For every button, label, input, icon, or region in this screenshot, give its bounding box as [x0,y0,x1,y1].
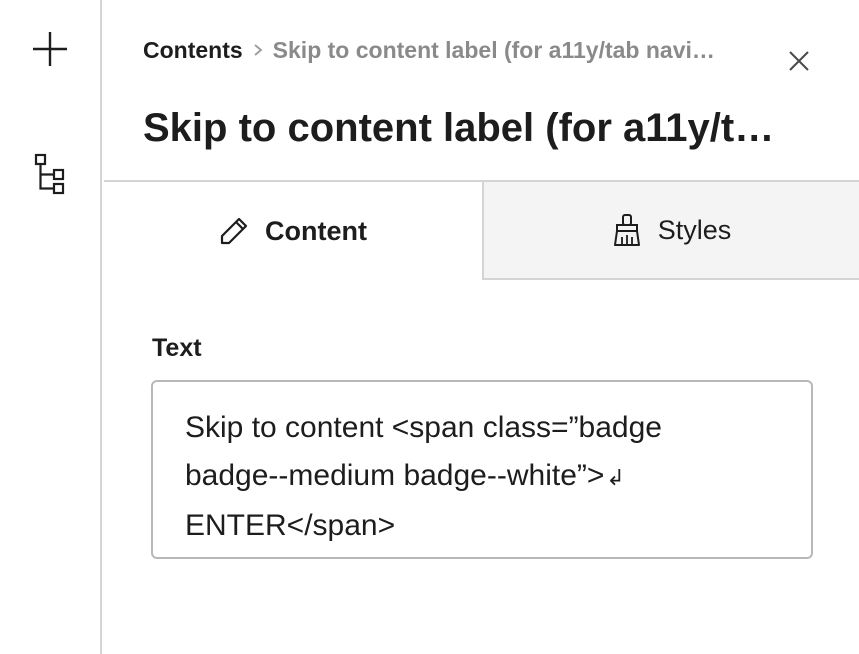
tab-content[interactable]: Content [104,182,482,280]
text-field-label: Text [152,334,202,362]
close-icon [789,51,809,71]
text-line-3: ENTER</span> [185,509,396,542]
tree-structure-icon [34,153,65,195]
add-module-button[interactable] [28,27,72,71]
breadcrumb-current: Skip to content label (for a11y/tab navi… [272,36,715,63]
tab-styles-label: Styles [657,214,732,245]
paintbrush-icon [612,213,642,247]
breadcrumb-root-link[interactable]: Contents [143,37,243,64]
text-input[interactable]: Skip to content <span class=”badge badge… [151,380,813,559]
pencil-icon [219,216,249,246]
layers-tree-button[interactable] [28,153,72,197]
page-title: Skip to content label (for a11y/t… [143,106,775,150]
breadcrumb: Contents Skip to content label (for a11y… [143,33,783,67]
text-line-1: Skip to content <span class=”badge [185,411,662,444]
close-button[interactable] [784,46,814,76]
inspector-panel: Contents Skip to content label (for a11y… [104,0,859,654]
text-line-2: badge--medium badge--white”>↲ [185,452,779,502]
tab-styles[interactable]: Styles [482,182,859,280]
left-rail [0,0,102,654]
text-line-2-content: badge--medium badge--white”> [185,459,605,492]
tab-content-label: Content [265,215,367,246]
line-break-marker: ↲ [606,465,625,490]
chevron-right-icon [253,43,263,57]
plus-icon [33,32,67,66]
tab-bar: Content Styles [104,180,859,280]
